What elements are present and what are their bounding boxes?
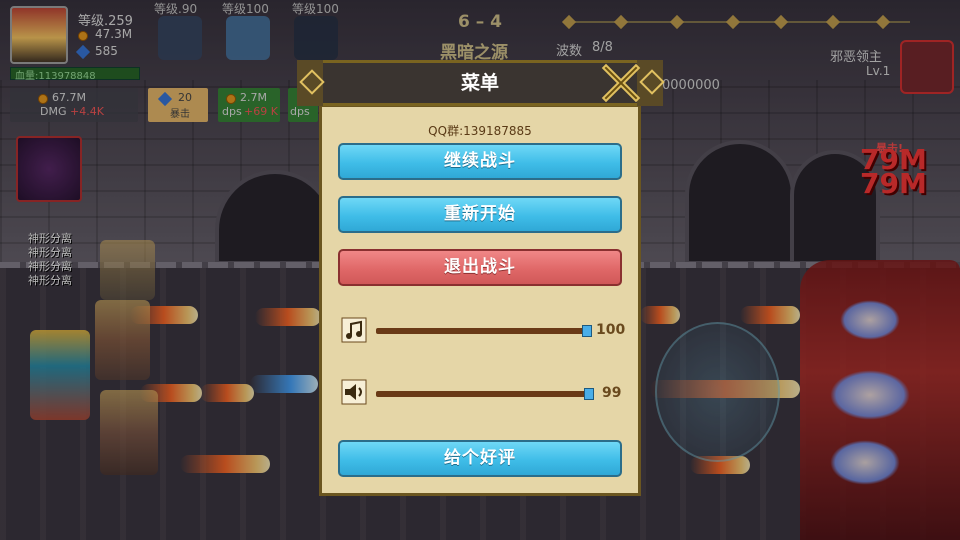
qq-group-label: QQ群:139187885 — [428, 124, 532, 138]
continue-battle-button[interactable]: 继续战斗 — [338, 143, 622, 180]
quit-battle-button[interactable]: 退出战斗 — [338, 249, 622, 286]
music-slider-knob[interactable] — [582, 325, 592, 337]
sound-volume-slider[interactable] — [376, 391, 588, 397]
sound-slider-knob[interactable] — [584, 388, 594, 400]
speaker-icon — [340, 378, 368, 406]
music-volume-slider[interactable] — [376, 328, 588, 334]
close-icon — [601, 63, 641, 103]
rate-game-button[interactable]: 给个好评 — [338, 440, 622, 477]
restart-button[interactable]: 重新开始 — [338, 196, 622, 233]
sound-volume-value: 99 — [602, 385, 622, 401]
close-button[interactable] — [600, 62, 642, 104]
music-note-icon — [340, 316, 368, 344]
music-volume-value: 100 — [596, 322, 626, 338]
